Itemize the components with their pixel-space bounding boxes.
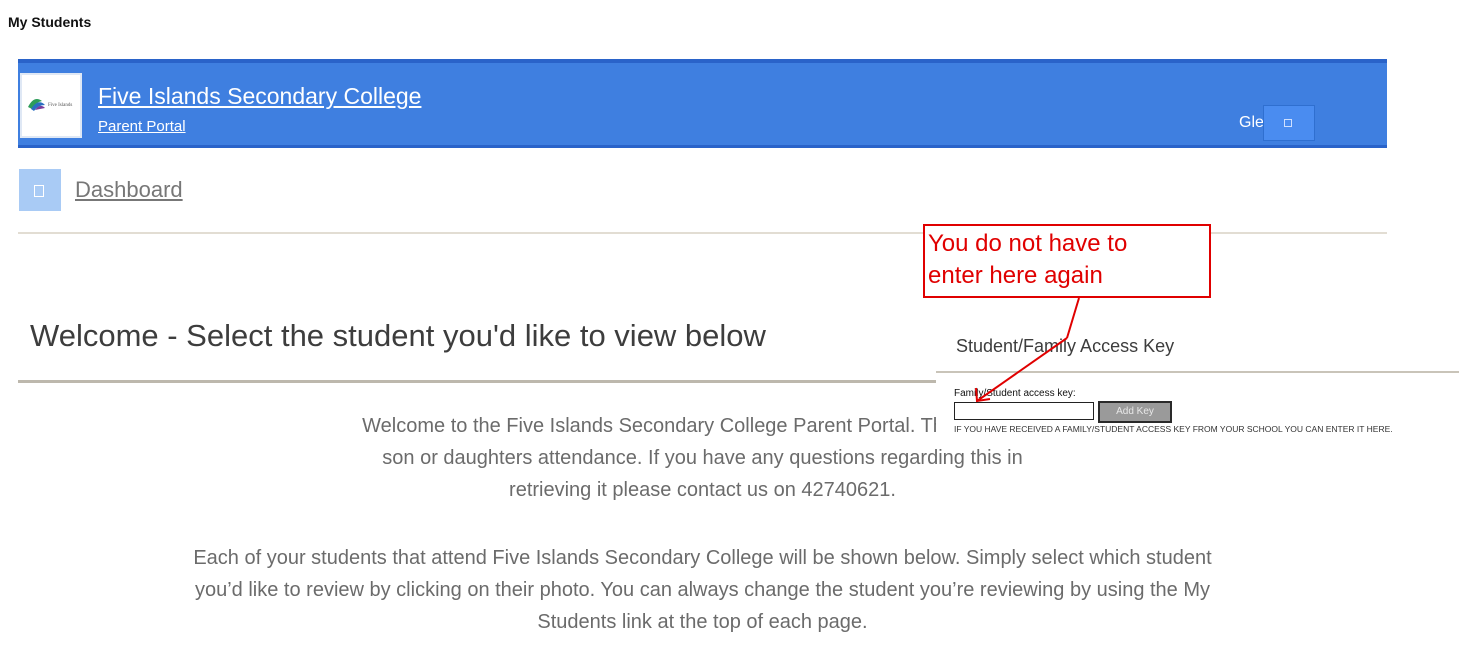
info-line-1: Each of your students that attend Five I… bbox=[193, 547, 1212, 569]
dashboard-icon[interactable] bbox=[19, 169, 61, 211]
annotation-line-2: enter here again bbox=[928, 262, 1103, 289]
access-key-title: Student/Family Access Key bbox=[956, 336, 1175, 356]
school-name-link[interactable]: Five Islands Secondary College bbox=[98, 83, 421, 110]
annotation-line-1: You do not have to bbox=[928, 230, 1128, 257]
access-key-divider bbox=[936, 371, 1459, 373]
info-line-2: you’d like to review by clicking on thei… bbox=[194, 579, 1211, 601]
title-divider bbox=[18, 380, 936, 383]
access-key-hint: IF YOU HAVE RECEIVED A FAMILY/STUDENT AC… bbox=[954, 424, 1393, 434]
info-paragraph: Each of your students that attend Five I… bbox=[18, 542, 1387, 638]
portal-header: Five Islands Five Islands Secondary Coll… bbox=[18, 59, 1387, 148]
square-icon bbox=[1284, 119, 1292, 127]
page-title: Welcome - Select the student you'd like … bbox=[30, 318, 766, 353]
dashboard-link[interactable]: Dashboard bbox=[75, 177, 183, 203]
info-line-3: Students link at the top of each page. bbox=[537, 611, 868, 633]
add-key-button[interactable]: Add Key bbox=[1098, 401, 1172, 423]
access-key-label: Family/Student access key: bbox=[954, 388, 1076, 399]
parent-portal-link[interactable]: Parent Portal bbox=[98, 118, 186, 135]
welcome-line-3: retrieving it please contact us on 42740… bbox=[509, 479, 896, 501]
user-menu-button[interactable] bbox=[1263, 105, 1315, 141]
breadcrumb-my-students[interactable]: My Students bbox=[8, 14, 91, 30]
square-icon bbox=[34, 185, 44, 197]
logo-text: Five Islands bbox=[48, 103, 72, 108]
access-key-input[interactable] bbox=[954, 402, 1094, 420]
logo-leaf-icon: Five Islands bbox=[28, 99, 72, 111]
school-logo[interactable]: Five Islands bbox=[20, 73, 82, 138]
annotation-callout: You do not have to enter here again bbox=[923, 224, 1211, 298]
access-key-panel: Student/Family Access Key Family/Student… bbox=[936, 328, 1459, 448]
